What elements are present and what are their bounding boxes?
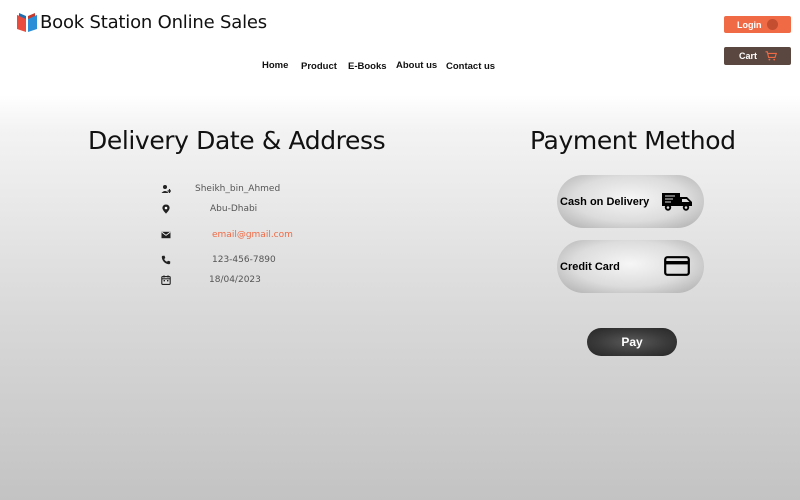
mail-icon xyxy=(161,231,171,239)
credit-card-label: Credit Card xyxy=(560,260,620,273)
payment-title: Payment Method xyxy=(530,126,736,155)
cash-on-delivery-option[interactable]: Cash on Delivery xyxy=(557,175,704,228)
site-logo[interactable]: Book Station Online Sales xyxy=(15,10,267,34)
credit-card-option[interactable]: Credit Card xyxy=(557,240,704,293)
nav-contact-us[interactable]: Contact us xyxy=(446,61,495,72)
delivery-location: Abu-Dhabi xyxy=(210,204,258,214)
user-icon xyxy=(767,19,778,30)
credit-card-icon xyxy=(664,256,690,276)
book-logo-icon xyxy=(17,13,37,32)
main-nav: Home Product E-Books About us Contact us xyxy=(0,60,800,74)
login-label: Login xyxy=(737,19,762,30)
nav-about-us[interactable]: About us xyxy=(396,60,437,71)
delivery-date: 18/04/2023 xyxy=(209,275,261,285)
customer-phone: 123-456-7890 xyxy=(212,255,276,265)
customer-name: Sheikh_bin_Ahmed xyxy=(195,184,281,194)
cash-on-delivery-label: Cash on Delivery xyxy=(560,195,650,208)
login-button[interactable]: Login xyxy=(724,16,791,33)
delivery-title: Delivery Date & Address xyxy=(88,126,386,155)
delivery-truck-icon xyxy=(662,193,692,211)
add-person-icon xyxy=(161,185,171,193)
phone-icon xyxy=(161,255,171,265)
site-title: Book Station Online Sales xyxy=(40,11,267,33)
location-pin-icon xyxy=(162,204,170,214)
pay-button[interactable]: Pay xyxy=(587,328,677,356)
cart-label: Cart xyxy=(739,51,758,61)
pay-label: Pay xyxy=(621,335,643,349)
cart-icon xyxy=(765,51,777,61)
nav-home[interactable]: Home xyxy=(262,60,288,71)
nav-product[interactable]: Product xyxy=(301,61,337,72)
calendar-icon xyxy=(161,275,171,285)
customer-email: email@gmail.com xyxy=(212,230,293,240)
nav-ebooks[interactable]: E-Books xyxy=(348,61,387,72)
cart-button[interactable]: Cart xyxy=(724,47,791,65)
